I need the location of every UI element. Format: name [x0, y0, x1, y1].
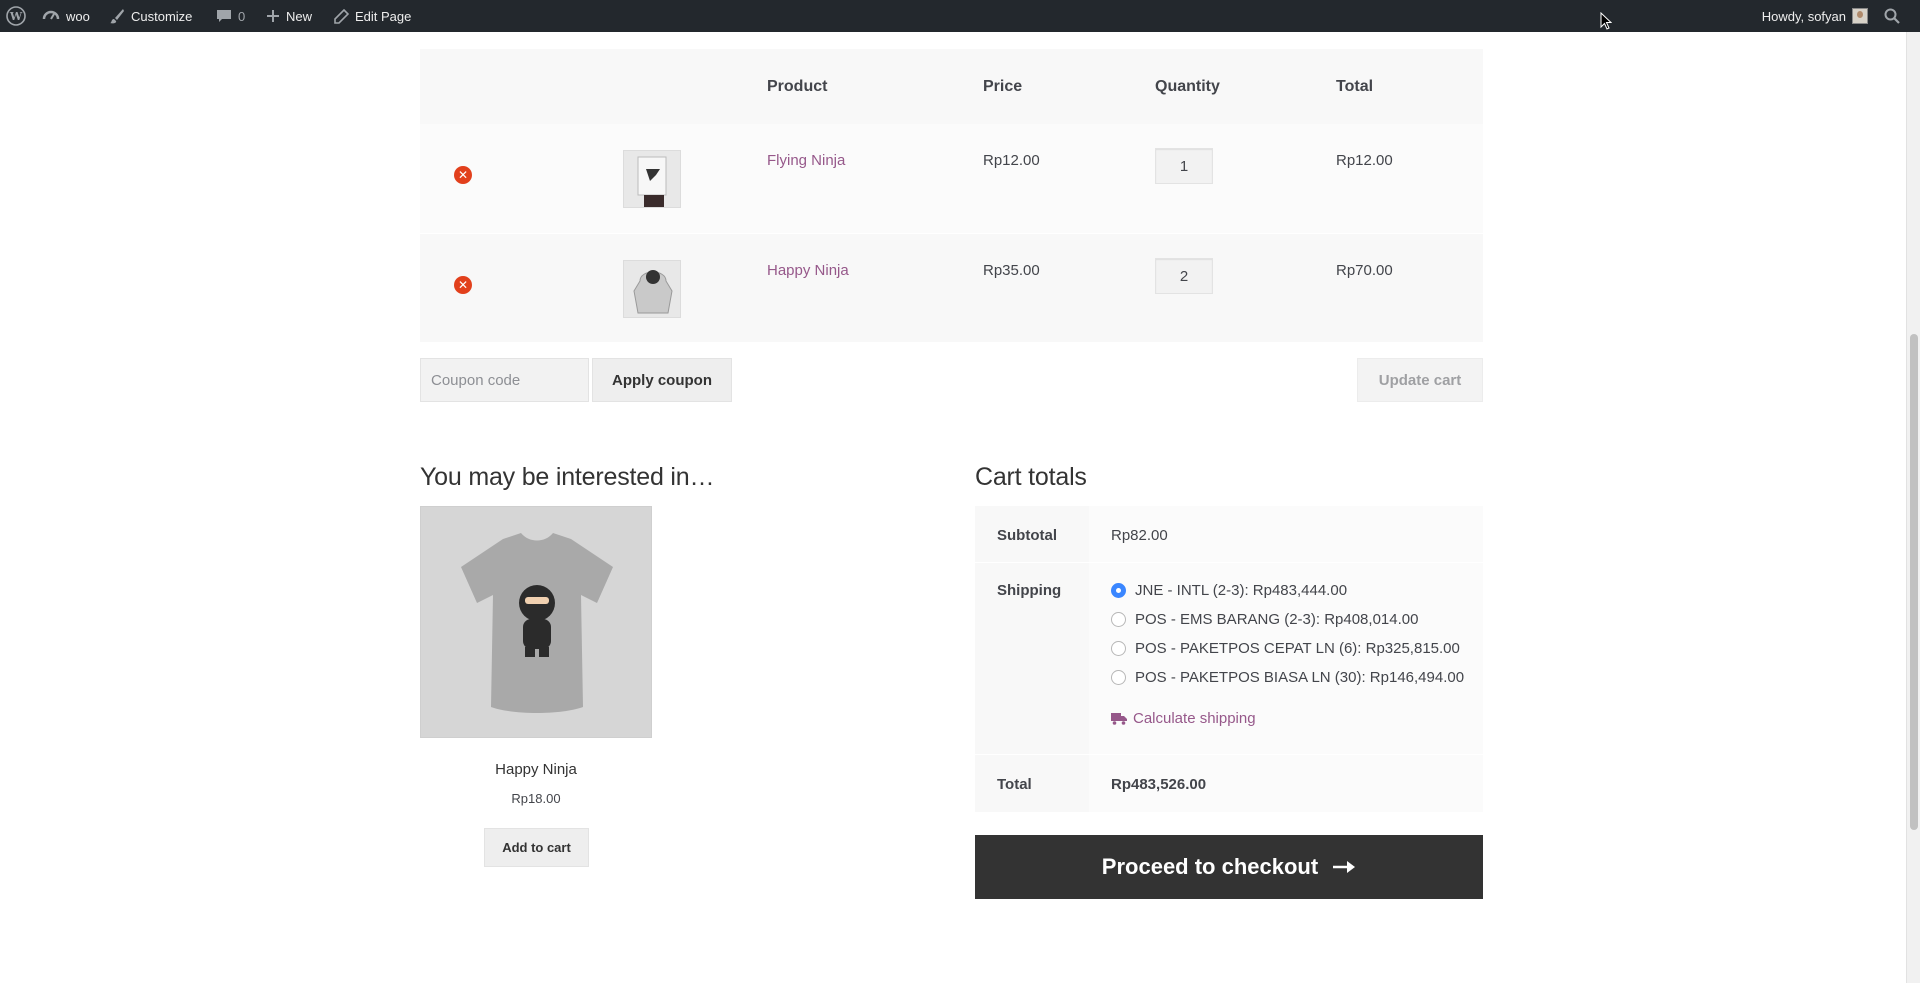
- remove-item-button[interactable]: ✕: [454, 166, 472, 184]
- column-product: Product: [767, 78, 828, 95]
- scrollbar-thumb[interactable]: [1910, 334, 1918, 830]
- column-total: Total: [1336, 78, 1374, 95]
- cart-actions: Coupon code Apply coupon Update cart: [420, 358, 1483, 402]
- proceed-to-checkout-button[interactable]: Proceed to checkout: [975, 835, 1483, 899]
- shipping-option-label: JNE - INTL (2-3): Rp483,444.00: [1135, 582, 1348, 599]
- product-link[interactable]: Flying Ninja: [767, 152, 845, 169]
- quantity-input[interactable]: 1: [1155, 148, 1213, 184]
- total-value: Rp483,526.00: [1089, 755, 1483, 812]
- comments-link[interactable]: 0: [216, 0, 245, 32]
- site-name-link[interactable]: woo: [42, 0, 90, 32]
- radio[interactable]: [1111, 641, 1126, 656]
- edit-page-label: Edit Page: [355, 8, 412, 24]
- poster-image-icon: [624, 151, 680, 207]
- shipping-option[interactable]: POS - EMS BARANG (2-3): Rp408,014.00: [1111, 605, 1483, 634]
- cart-row: ✕ Happy Ninja Rp35.00 2 Rp70.00: [420, 233, 1483, 342]
- wordpress-logo-button[interactable]: W: [6, 0, 26, 32]
- cross-sell-product-price: Rp18.00: [511, 791, 561, 806]
- product-link[interactable]: Happy Ninja: [767, 262, 849, 279]
- wordpress-icon: W: [6, 6, 26, 26]
- column-quantity: Quantity: [1155, 78, 1220, 95]
- shipping-option[interactable]: POS - PAKETPOS BIASA LN (30): Rp146,494.…: [1111, 663, 1483, 692]
- truck-icon: [1111, 713, 1127, 725]
- shipping-option-label: POS - EMS BARANG (2-3): Rp408,014.00: [1135, 611, 1419, 628]
- pencil-icon: [334, 8, 349, 24]
- product-thumbnail[interactable]: [623, 260, 681, 318]
- plus-icon: [267, 10, 279, 22]
- radio[interactable]: [1111, 612, 1126, 627]
- shipping-row: Shipping JNE - INTL (2-3): Rp483,444.00 …: [975, 562, 1483, 754]
- radio[interactable]: [1111, 670, 1126, 685]
- comment-icon: [217, 10, 231, 22]
- remove-item-button[interactable]: ✕: [454, 276, 472, 294]
- update-cart-button[interactable]: Update cart: [1357, 358, 1483, 402]
- product-price: Rp12.00: [983, 152, 1040, 169]
- shipping-label: Shipping: [975, 563, 1089, 754]
- product-price: Rp35.00: [983, 262, 1040, 279]
- customize-link[interactable]: Customize: [109, 0, 192, 32]
- paintbrush-icon: [110, 9, 124, 24]
- calculate-shipping-label: Calculate shipping: [1133, 710, 1256, 727]
- subtotal-value: Rp82.00: [1089, 506, 1483, 562]
- page-scrollbar[interactable]: [1906, 32, 1920, 983]
- new-content-link[interactable]: New: [266, 0, 312, 32]
- apply-coupon-button[interactable]: Apply coupon: [592, 358, 732, 402]
- cross-sell-product-image[interactable]: [420, 506, 652, 738]
- admin-search-button[interactable]: [1884, 0, 1900, 32]
- product-subtotal: Rp12.00: [1336, 152, 1393, 169]
- cart-table: Product Price Quantity Total ✕ Flying Ni…: [420, 49, 1483, 342]
- mouse-cursor-icon: [1600, 12, 1612, 30]
- cart-totals-table: Subtotal Rp82.00 Shipping JNE - INTL (2-…: [975, 506, 1483, 812]
- subtotal-label: Subtotal: [975, 506, 1089, 562]
- shipping-option[interactable]: POS - PAKETPOS CEPAT LN (6): Rp325,815.0…: [1111, 634, 1483, 663]
- cart-table-header: Product Price Quantity Total: [420, 49, 1483, 124]
- order-total-row: Total Rp483,526.00: [975, 754, 1483, 812]
- edit-page-link[interactable]: Edit Page: [334, 0, 411, 32]
- shipping-option-label: POS - PAKETPOS BIASA LN (30): Rp146,494.…: [1135, 669, 1465, 686]
- customize-label: Customize: [131, 8, 193, 24]
- total-label: Total: [975, 755, 1089, 812]
- product-thumbnail[interactable]: [623, 150, 681, 208]
- shipping-option[interactable]: JNE - INTL (2-3): Rp483,444.00: [1111, 576, 1483, 605]
- shipping-option-label: POS - PAKETPOS CEPAT LN (6): Rp325,815.0…: [1135, 640, 1460, 657]
- checkout-label: Proceed to checkout: [1101, 854, 1319, 879]
- arrow-right-icon: [1333, 861, 1356, 873]
- quantity-input[interactable]: 2: [1155, 258, 1213, 294]
- add-to-cart-button[interactable]: Add to cart: [484, 828, 589, 867]
- column-price: Price: [983, 78, 1023, 95]
- cross-sell-product-name[interactable]: Happy Ninja: [420, 761, 652, 778]
- avatar: [1852, 8, 1868, 24]
- radio-selected[interactable]: [1111, 583, 1126, 598]
- product-subtotal: Rp70.00: [1336, 262, 1393, 279]
- cart-row: ✕ Flying Ninja Rp12.00 1 Rp12.00: [420, 124, 1483, 233]
- hoodie-image-icon: [624, 261, 680, 317]
- site-name: woo: [66, 8, 90, 24]
- my-account-link[interactable]: Howdy, sofyan: [1762, 0, 1868, 32]
- new-label: New: [286, 8, 313, 24]
- subtotal-row: Subtotal Rp82.00: [975, 506, 1483, 562]
- shipping-options: JNE - INTL (2-3): Rp483,444.00 POS - EMS…: [1089, 563, 1483, 754]
- cross-sells-title: You may be interested in…: [420, 463, 715, 491]
- calculate-shipping-link[interactable]: Calculate shipping: [1111, 710, 1483, 727]
- comments-count: 0: [238, 8, 246, 24]
- tshirt-image-icon: [421, 507, 651, 737]
- coupon-code-input[interactable]: Coupon code: [420, 358, 589, 402]
- howdy-label: Howdy, sofyan: [1761, 8, 1846, 24]
- svg-text:W: W: [9, 10, 23, 23]
- cart-totals-title: Cart totals: [975, 463, 1087, 491]
- dashboard-icon: [42, 10, 60, 20]
- admin-bar: W woo Customize 0 New Edit Page Howdy, s…: [0, 0, 1920, 32]
- search-icon: [1884, 8, 1900, 24]
